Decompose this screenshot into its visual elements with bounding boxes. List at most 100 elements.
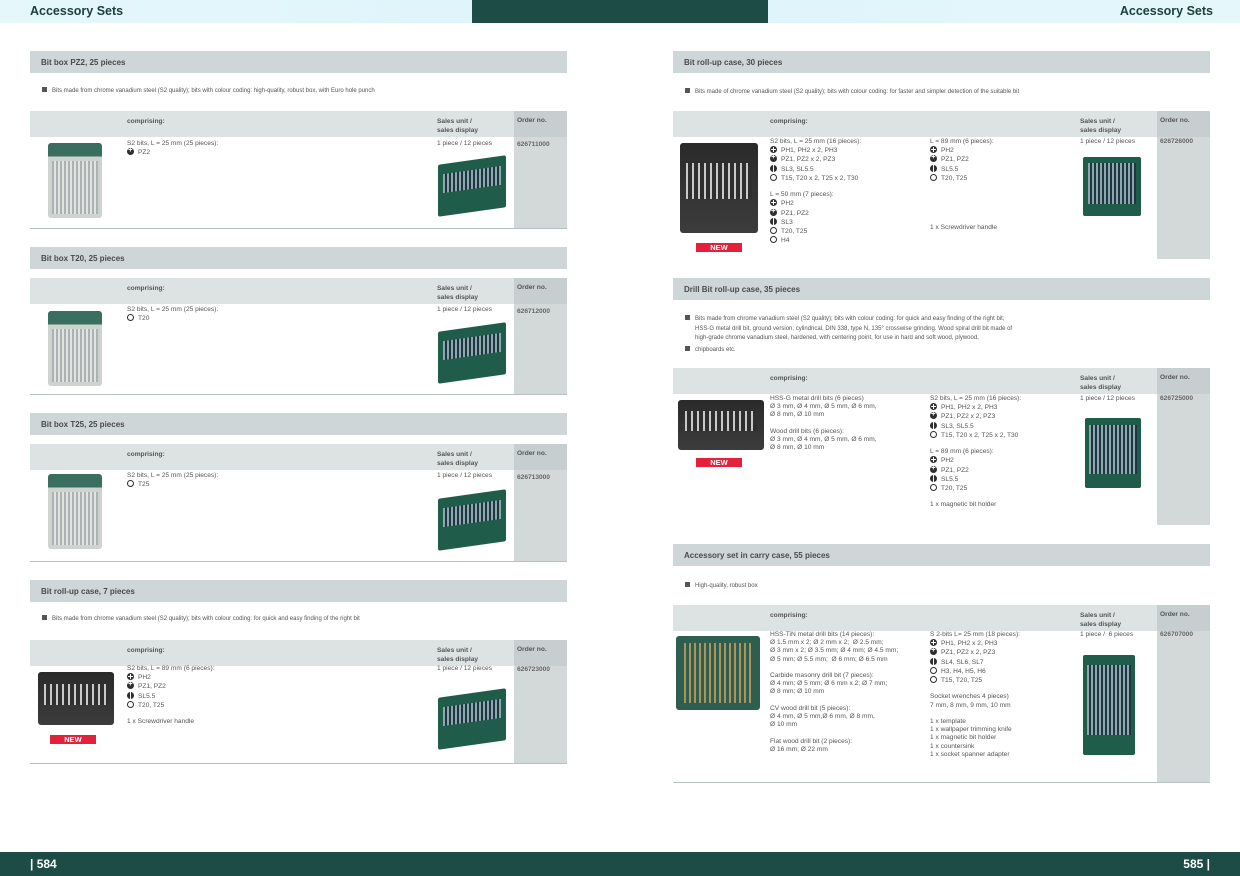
list-item: Ø 1.5 mm x 2; Ø 2 mm x 2; Ø 2.5 mm; [770,639,898,647]
carry-case-image [676,636,760,710]
col-comprising: comprising: [770,118,808,125]
list-item-text: PH1, PH2 x 2, PH3 [941,404,998,412]
list-item-text [770,729,772,736]
feature-bullet: High-quality, robust box [685,582,1205,592]
comprising-list: S2 bits, L = 89 mm (6 pieces): PH2PZ1, PZ… [127,665,215,726]
torx-icon [127,480,134,488]
col-sales-unit: Sales unit / sales display [437,285,479,301]
list-item-text: PZ1, PZ2 x 2, PZ3 [781,156,836,164]
list-item-text: T20, T25 [781,228,808,236]
list-item-text: H4 [781,237,790,245]
bullet-text: HSS-G metal drill bit, ground version, c… [695,325,1013,332]
section-title: Accessory set in carry case, 55 pieces [673,544,1210,566]
list-item: Ø 3 mm, Ø 4 mm, Ø 5 mm, Ø 6 mm, [770,403,877,411]
list-item: SL5.5 [127,691,215,701]
list-item: S2 bits, L = 25 mm (16 pieces): [930,395,1021,403]
col-sales-unit: Sales unit / sales display [437,118,479,134]
slotted-icon [930,474,937,482]
sales-display-image [438,322,506,384]
sales-display-image [1083,157,1141,216]
bullet-text: chipboards etc. [695,347,736,353]
list-item [930,199,997,207]
list-item-text: T15, T20 x 2, T25 x 2, T30 [941,431,1019,439]
list-item-text: T20 [138,315,150,323]
list-item: PZ1, PZ2 [930,464,1021,475]
list-item: Socket wrenches 4 pieces) [930,693,1020,701]
bullet-square-icon [42,87,47,92]
list-item-text: PZ1, PZ2 [781,209,809,217]
list-item-text: Ø 8 mm; Ø 10 mm [770,688,825,696]
torx-icon [930,676,937,684]
list-item: 1 x magnetic bit holder [930,734,1020,742]
bullet-text: High-quality, robust box [695,583,758,589]
list-item-text: Ø 3 mm x 2; Ø 3.5 mm; Ø 4 mm; Ø 4.5 mm; [770,647,899,655]
list-item [930,493,1021,501]
list-item-text: SL3 [781,218,793,226]
list-item: Ø 16 mm; Ø 22 mm [770,746,898,754]
list-item: HSS-TiN metal drill bits (14 pieces): [770,631,898,639]
feature-bullet: Bits made from chrome vanadium steel (S2… [685,315,1205,344]
list-item: 1 x countersink [930,743,1020,751]
bit-box-image [48,474,102,549]
list-item-text: SL5.5 [941,475,959,483]
sales-unit-value: 1 piece / 12 pieces [437,306,492,313]
list-item-text: 1 x wallpaper trimming knife [930,726,1012,734]
order-column: Order no. 626725000 [1157,368,1210,525]
col-comprising: comprising: [127,451,165,458]
sales-unit-value: 1 piece / 12 pieces [437,472,492,479]
list-item: T20, T25 [770,227,861,236]
comprising-list: HSS-TiN metal drill bits (14 pieces): Ø 1… [770,631,898,754]
comprising-list-2: S 2-bits L= 25 mm (18 pieces): PH1, PH2 x… [930,631,1020,759]
list-item-text: PZ1, PZ2 [941,466,969,474]
col-comprising: comprising: [127,647,165,654]
list-item: S2 bits, L = 25 mm (25 pieces): [127,306,218,314]
list-item-text: T15, T20 x 2, T25 x 2, T30 [781,174,859,182]
list-item: PZ1, PZ2 [127,680,215,691]
list-item [770,420,877,428]
list-item: Ø 8 mm, Ø 10 mm [770,444,877,452]
list-item: S 2-bits L= 25 mm (18 pieces): [930,631,1020,639]
list-item: PZ1, PZ2 [770,207,861,218]
list-item-text: Ø 8 mm, Ø 10 mm [770,444,825,452]
section-title: Bit box T25, 25 pieces [30,413,567,435]
list-item-text: T15, T20, T25 [941,677,983,685]
list-item-text: SL5.5 [138,692,156,700]
table-header: comprising: Sales unit / sales display [673,368,1157,394]
list-item-text: S2 bits, L = 25 mm (25 pieces): [127,140,219,147]
new-badge: NEW [696,243,742,252]
list-item: T20 [127,314,218,323]
bit-box-image [48,311,102,386]
section-title: Bit roll-up case, 7 pieces [30,580,567,602]
list-item: T25 [127,480,218,489]
list-item-text: T20, T25 [138,701,165,709]
list-item-text: Ø 3 mm, Ø 4 mm, Ø 5 mm, Ø 6 mm, [770,436,877,444]
comprising-list-2: L = 89 mm (6 pieces): PH2PZ1, PZ2SL5.5T20… [930,138,997,232]
comprising-list-2: S2 bits, L = 25 mm (16 pieces): PH1, PH2 … [930,395,1021,510]
slotted-icon [930,164,937,172]
page-number-right: 585 | [1183,857,1210,871]
list-item [930,440,1021,448]
list-item: SL5.5 [930,474,1021,484]
row-divider [673,782,1210,783]
sales-unit-value: 1 piece / 12 pieces [1080,395,1135,402]
pozidriv-icon [930,153,937,163]
order-number: 626726000 [1160,138,1194,145]
list-item-text: S2 bits, L = 25 mm (16 pieces): [930,395,1022,402]
col-comprising: comprising: [127,118,165,125]
order-number: 626711000 [517,141,550,148]
list-item: SL3, SL5.5 [770,164,861,174]
col-sales-unit: Sales unit / sales display [437,647,479,663]
slotted-icon [770,164,777,172]
new-badge: NEW [696,458,742,467]
roll-up-case-image [680,143,758,233]
list-item [770,664,898,672]
list-item-text: 1 x magnetic bit holder [930,501,997,509]
footer-bar: | 584 585 | [0,852,1240,876]
feature-bullet: Bits made from chrome vanadium steel (S2… [42,615,562,625]
torx-icon [127,314,134,322]
pozidriv-icon [930,646,937,656]
list-item: PZ1, PZ2 x 2, PZ3 [930,410,1021,421]
bullet-square-icon [685,582,690,587]
list-item: 1 x wallpaper trimming knife [930,726,1020,734]
slotted-icon [930,657,937,665]
